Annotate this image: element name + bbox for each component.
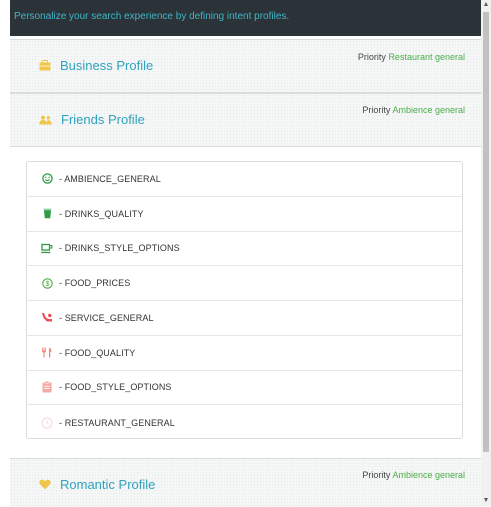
circle-icon [41, 417, 53, 429]
heart-icon [39, 479, 51, 490]
intent-label: - AMBIENCE_GENERAL [59, 173, 161, 184]
drink-glass-icon [41, 208, 53, 220]
profile-header-friends[interactable]: Friends Profile [39, 112, 145, 127]
intent-label: - RESTAURANT_GENERAL [59, 417, 175, 428]
intent-label: - SERVICE_GENERAL [59, 312, 154, 323]
priority-label: Priority [357, 52, 386, 62]
list-item[interactable]: - AMBIENCE_GENERAL [27, 162, 462, 197]
priority-label: Priority [362, 105, 391, 115]
list-item[interactable]: - FOOD_QUALITY [27, 336, 462, 371]
group-icon [39, 115, 52, 124]
clipboard-icon [41, 381, 53, 393]
scroll-up-arrow-icon[interactable]: ▲ [481, 0, 491, 10]
profile-name: Business Profile [60, 58, 154, 73]
list-item[interactable]: - SERVICE_GENERAL [27, 301, 462, 336]
priority-value: Restaurant general [388, 52, 465, 62]
scrollbar-thumb[interactable] [483, 12, 489, 452]
profile-panel-business[interactable]: Business Profile Priority Restaurant gen… [10, 39, 481, 93]
profile-priority: Priority Ambience general [362, 470, 465, 480]
scroll-down-arrow-icon[interactable]: ▼ [481, 496, 491, 506]
waiter-icon [41, 312, 53, 324]
profile-name: Friends Profile [61, 112, 145, 127]
intent-label: - FOOD_PRICES [59, 278, 131, 289]
intro-description: Personalize your search experience by de… [14, 11, 290, 22]
list-item[interactable]: - DRINKS_STYLE_OPTIONS [27, 232, 462, 267]
profile-header-business[interactable]: Business Profile [39, 58, 153, 73]
intent-label: - DRINKS_STYLE_OPTIONS [59, 243, 180, 254]
profile-header-romantic[interactable]: Romantic Profile [39, 477, 155, 492]
profile-intents-section: - AMBIENCE_GENERAL - DRINKS_QUALITY - DR… [10, 147, 481, 457]
profile-panel-friends[interactable]: Friends Profile Priority Ambience genera… [10, 93, 481, 147]
priority-value: Ambience general [392, 470, 465, 480]
intent-label: - DRINKS_QUALITY [59, 208, 144, 219]
profile-panel-romantic[interactable]: Romantic Profile Priority Ambience gener… [10, 458, 481, 507]
smiley-icon [41, 173, 53, 185]
list-item[interactable]: - DRINKS_QUALITY [27, 197, 462, 232]
svg-text:$: $ [45, 281, 49, 288]
vertical-scrollbar[interactable]: ▲ ▼ [481, 0, 491, 506]
profile-name: Romantic Profile [60, 477, 156, 492]
briefcase-icon [39, 60, 51, 71]
priority-value: Ambience general [392, 105, 465, 115]
intent-label: - FOOD_QUALITY [59, 347, 136, 358]
profile-priority: Priority Restaurant general [358, 52, 465, 62]
intent-label: - FOOD_STYLE_OPTIONS [59, 382, 172, 393]
list-item[interactable]: $ - FOOD_PRICES [27, 266, 462, 301]
coffee-cup-icon [41, 242, 53, 254]
priority-label: Priority [362, 470, 391, 480]
top-banner: Personalize your search experience by de… [10, 0, 481, 36]
list-item[interactable]: - RESTAURANT_GENERAL [27, 405, 462, 440]
list-item[interactable]: - FOOD_STYLE_OPTIONS [27, 371, 462, 406]
intent-list: - AMBIENCE_GENERAL - DRINKS_QUALITY - DR… [26, 161, 463, 439]
cutlery-icon [41, 347, 53, 359]
dollar-coin-icon: $ [41, 277, 53, 289]
profile-priority: Priority Ambience general [362, 105, 465, 115]
